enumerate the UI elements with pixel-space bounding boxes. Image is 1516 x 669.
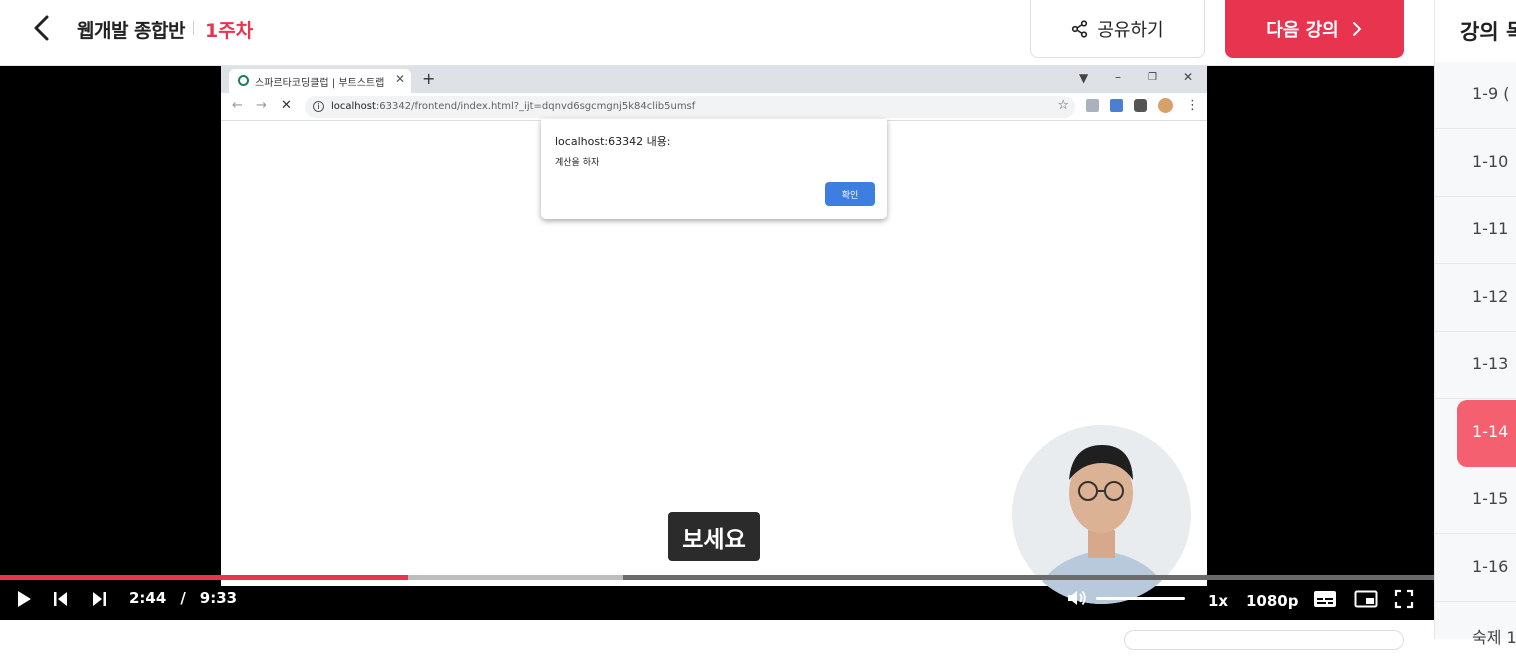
lesson-item[interactable]: 1-16 — [1435, 535, 1516, 602]
alert-title: localhost:63342 내용: — [555, 135, 671, 148]
alert-dialog: localhost:63342 내용: 계산을 하자 확인 — [541, 119, 887, 219]
next-lesson-button[interactable]: 다음 강의 — [1225, 0, 1404, 58]
puzzle-icon — [1134, 99, 1147, 112]
picture-in-picture-icon[interactable] — [1354, 589, 1378, 613]
bookmark-star-icon: ☆ — [1057, 98, 1069, 113]
sidebar-title: 강의 목 — [1460, 20, 1516, 44]
next-lesson-label: 다음 강의 — [1266, 20, 1339, 41]
lesson-label: 1-12 — [1472, 287, 1509, 306]
week-label: 1주차 — [205, 20, 254, 42]
lesson-label: 1-16 — [1472, 557, 1509, 576]
alert-ok-button: 확인 — [825, 182, 875, 206]
lesson-label: 1-11 — [1472, 219, 1509, 238]
address-bar: i localhost:63342/frontend/index.html?_i… — [305, 96, 1075, 118]
back-arrow-icon[interactable] — [28, 13, 58, 43]
new-tab-icon: + — [422, 69, 436, 88]
minimize-icon: – — [1115, 70, 1121, 84]
duration: 9:33 — [199, 589, 238, 607]
alert-message: 계산을 하자 — [555, 158, 600, 168]
sidebar-header: 강의 목 — [1435, 0, 1516, 62]
subtitle-caption: 보세요 — [668, 512, 760, 561]
lesson-item[interactable]: 1-13 — [1435, 332, 1516, 399]
browser-tab-strip: 스파르타코딩클럽 | 부트스트랩 ✕ + ▼ – ❐ ✕ — [221, 66, 1207, 93]
window-close-icon: ✕ — [1183, 70, 1194, 84]
profile-avatar-icon — [1158, 98, 1173, 113]
played-progress — [0, 575, 409, 580]
volume-slider[interactable] — [1096, 597, 1185, 600]
browser-menu-icon: ⋮ — [1186, 98, 1199, 113]
tab-close-icon: ✕ — [394, 72, 405, 86]
lesson-item[interactable]: 1-10 — [1435, 130, 1516, 197]
lesson-label: 1-15 — [1472, 489, 1509, 508]
browser-toolbar: ← → ✕ i localhost:63342/frontend/index.h… — [221, 93, 1207, 121]
extension-code-icon — [1086, 99, 1099, 112]
lesson-item[interactable]: 1-15 — [1435, 467, 1516, 534]
playback-rate-button[interactable]: 1x — [1208, 592, 1228, 610]
url-host: localhost — [331, 101, 376, 112]
volume-icon[interactable] — [1066, 588, 1088, 612]
lesson-label: 1-9 ( — [1472, 84, 1510, 103]
lesson-item[interactable]: 숙제 1 — [1435, 602, 1516, 669]
seek-bar[interactable] — [0, 575, 1434, 580]
browser-tab-title: 스파르타코딩클럽 | 부트스트랩 — [255, 78, 385, 89]
share-button[interactable]: 공유하기 — [1030, 0, 1205, 58]
bottom-pill — [1124, 630, 1404, 650]
browser-forward-icon: → — [256, 98, 267, 113]
profile-menu-icon: ▼ — [1079, 71, 1089, 85]
previous-icon[interactable] — [52, 590, 70, 612]
share-icon — [1072, 19, 1088, 38]
restore-icon: ❐ — [1148, 72, 1157, 83]
chevron-right-icon — [1352, 22, 1362, 36]
browser-back-icon: ← — [232, 98, 243, 113]
info-icon: i — [313, 101, 324, 112]
time-separator: / — [180, 589, 186, 607]
lesson-label: 숙제 1 — [1472, 628, 1516, 647]
top-bar: 웹개발 종합반 1주차 공유하기 다음 강의 — [0, 0, 1434, 66]
current-time: 2:44 — [129, 589, 167, 607]
favicon-icon — [238, 75, 249, 86]
fullscreen-icon[interactable] — [1394, 589, 1414, 613]
subtitles-icon[interactable] — [1313, 589, 1337, 613]
lesson-item[interactable]: 1-9 ( — [1435, 62, 1516, 129]
stop-loading-icon: ✕ — [281, 98, 292, 113]
lesson-sidebar: 강의 목 1-9 ( 1-10 1-11 1-12 1-13 1-14 1-15… — [1434, 0, 1516, 647]
lesson-label: 1-13 — [1472, 354, 1509, 373]
title-divider — [193, 21, 194, 35]
lesson-item[interactable]: 1-12 — [1435, 265, 1516, 332]
time-display: 2:44 / 9:33 — [129, 589, 237, 607]
course-title: 웹개발 종합반 — [77, 20, 186, 42]
play-icon[interactable] — [15, 589, 33, 613]
lesson-item-active[interactable]: 1-14 — [1457, 400, 1516, 467]
browser-tab: 스파르타코딩클럽 | 부트스트랩 ✕ — [229, 69, 411, 93]
extension-icon — [1110, 99, 1123, 112]
lesson-item[interactable]: 1-11 — [1435, 197, 1516, 264]
share-label: 공유하기 — [1097, 19, 1164, 41]
video-player[interactable]: 스파르타코딩클럽 | 부트스트랩 ✕ + ▼ – ❐ ✕ ← → ✕ i loc… — [0, 66, 1434, 620]
lesson-label: 1-10 — [1472, 152, 1509, 171]
quality-button[interactable]: 1080p — [1246, 592, 1299, 610]
next-icon[interactable] — [90, 590, 108, 612]
url-path: :63342/frontend/index.html?_ijt=dqnvd6sg… — [375, 101, 696, 112]
lesson-label: 1-14 — [1472, 422, 1509, 441]
